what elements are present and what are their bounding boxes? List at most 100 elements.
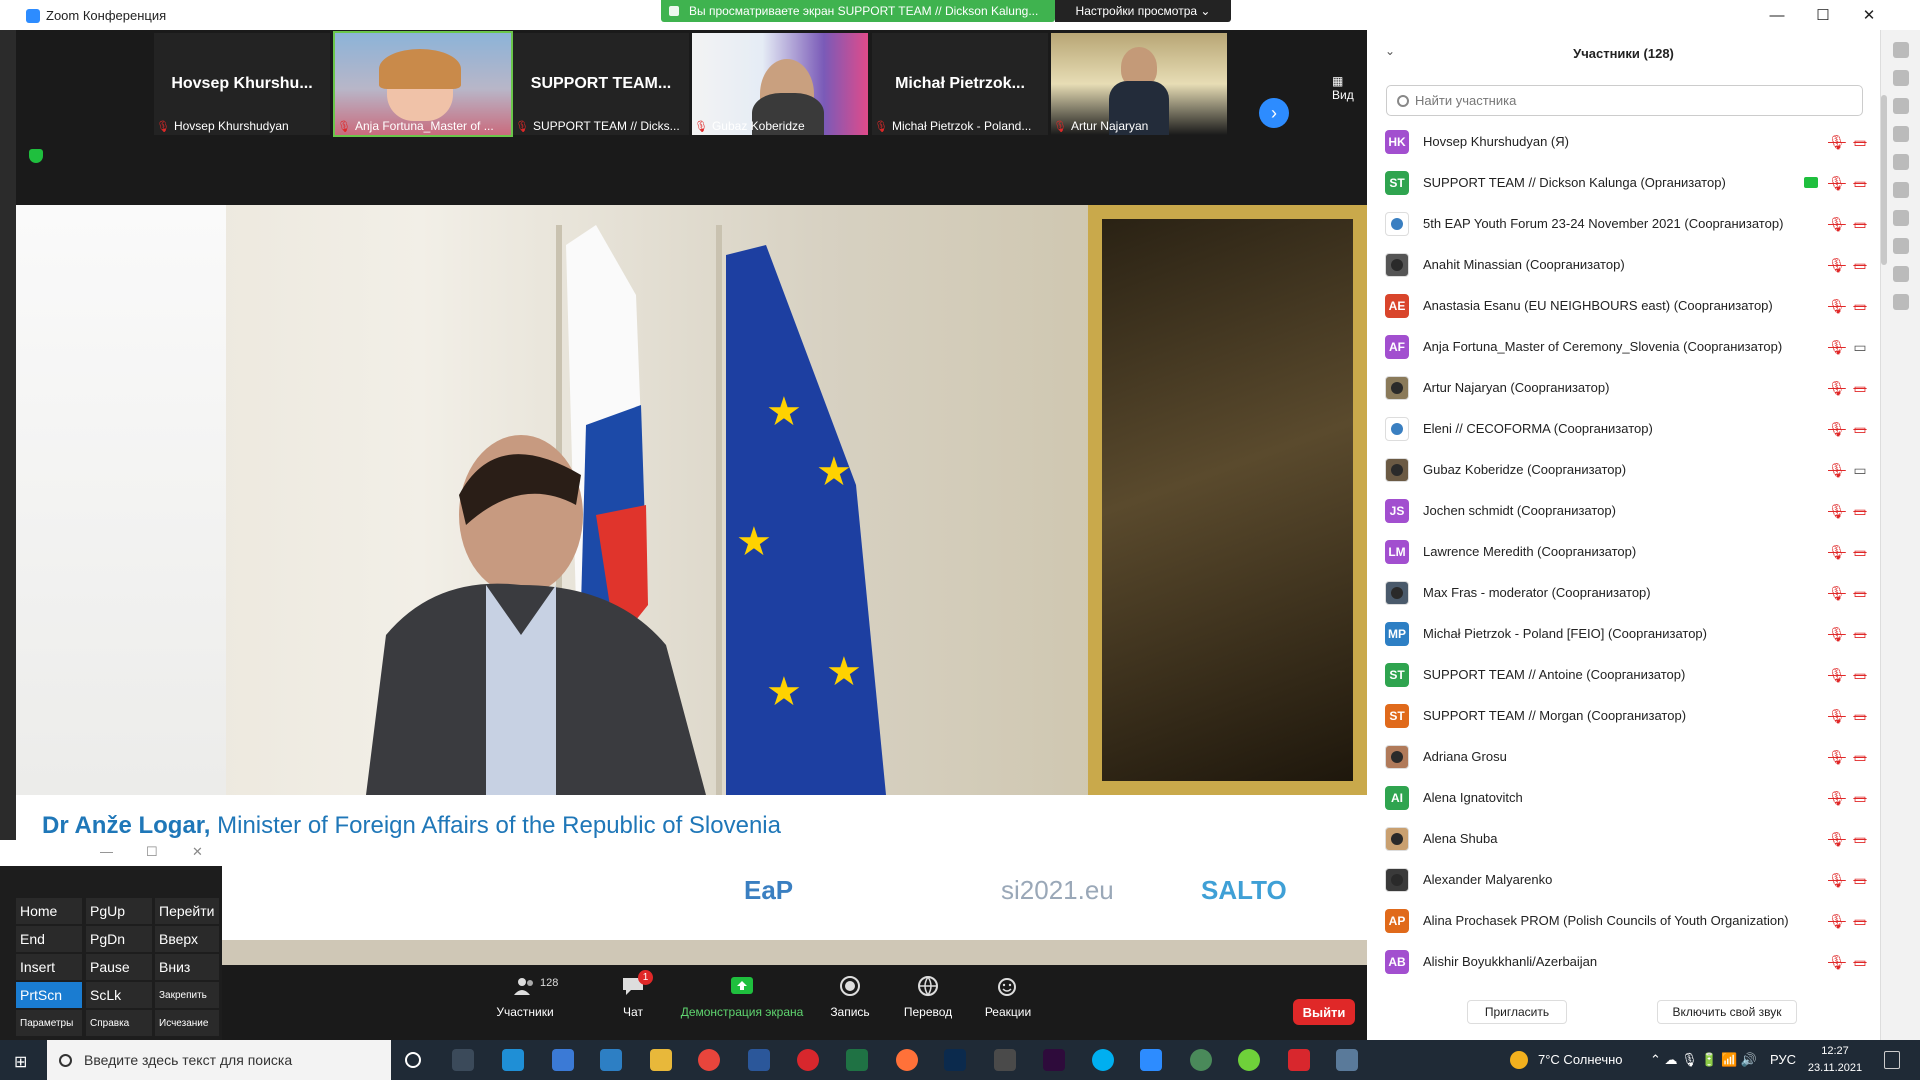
- video-off-icon[interactable]: ▭: [1851, 503, 1869, 519]
- muted-mic-icon[interactable]: 🎙: [1828, 257, 1846, 273]
- reactions-button[interactable]: Реакции: [976, 975, 1040, 1019]
- osk-key[interactable]: Вверх: [155, 926, 219, 952]
- participant-row[interactable]: AF Anja Fortuna_Master of Ceremony_Sloven…: [1367, 327, 1880, 368]
- windows-start-icon[interactable]: ⊞: [14, 1052, 30, 1071]
- participant-row[interactable]: HK Hovsep Khurshudyan (Я) 🎙 ▭: [1367, 122, 1880, 163]
- tray-icons[interactable]: ⌃ ☁ 🎙 🔋 📶 🔊: [1650, 1052, 1757, 1068]
- participant-search-input[interactable]: Найти участника: [1386, 85, 1863, 116]
- app-icon[interactable]: [1238, 1049, 1260, 1071]
- participant-row[interactable]: Artur Najaryan (Соорганизатор) 🎙 ▭: [1367, 368, 1880, 409]
- taskbar-clock[interactable]: 12:27 23.11.2021: [1800, 1043, 1870, 1077]
- muted-mic-icon[interactable]: 🎙: [1828, 544, 1846, 560]
- participant-row[interactable]: AB Alishir Boyukkhanli/Azerbaijan 🎙 ▭: [1367, 942, 1880, 983]
- language-indicator[interactable]: РУС: [1770, 1052, 1796, 1067]
- osk-key[interactable]: ScLk: [86, 982, 152, 1008]
- video-off-icon[interactable]: ▭: [1851, 257, 1869, 273]
- video-off-icon[interactable]: ▭: [1851, 954, 1869, 970]
- video-camera-icon[interactable]: ▭: [1851, 339, 1869, 355]
- muted-mic-icon[interactable]: 🎙: [1828, 216, 1846, 232]
- chrome-icon[interactable]: [698, 1049, 720, 1071]
- muted-mic-icon[interactable]: 🎙: [1828, 708, 1846, 724]
- maximize-button[interactable]: ☐: [1800, 0, 1846, 30]
- osk-key[interactable]: Pause: [86, 954, 152, 980]
- osk-key[interactable]: Справка: [86, 1010, 152, 1036]
- video-off-icon[interactable]: ▭: [1851, 708, 1869, 724]
- record-button[interactable]: Запись: [820, 975, 880, 1019]
- video-off-icon[interactable]: ▭: [1851, 585, 1869, 601]
- muted-mic-icon[interactable]: 🎙: [1828, 790, 1846, 806]
- muted-mic-icon[interactable]: 🎙: [1828, 298, 1846, 314]
- muted-mic-icon[interactable]: 🎙: [1828, 954, 1846, 970]
- notifications-icon[interactable]: [1884, 1051, 1900, 1069]
- word-icon[interactable]: [748, 1049, 770, 1071]
- osk-key[interactable]: Исчезание: [155, 1010, 219, 1036]
- participant-row[interactable]: Adriana Grosu 🎙 ▭: [1367, 737, 1880, 778]
- network-app-icon[interactable]: [1190, 1049, 1212, 1071]
- participant-row[interactable]: Gubaz Koberidze (Соорганизатор) 🎙 ▭: [1367, 450, 1880, 491]
- video-off-icon[interactable]: ▭: [1851, 175, 1869, 191]
- store-icon[interactable]: [552, 1049, 574, 1071]
- video-off-icon[interactable]: ▭: [1851, 749, 1869, 765]
- chat-button[interactable]: 1 Чат: [608, 970, 658, 1019]
- muted-mic-icon[interactable]: 🎙: [1828, 134, 1846, 150]
- file-explorer-icon[interactable]: [650, 1049, 672, 1071]
- excel-icon[interactable]: [846, 1049, 868, 1071]
- view-button[interactable]: ▦ Вид: [1332, 74, 1367, 102]
- participant-tile[interactable]: SUPPORT TEAM... 🎙 SUPPORT TEAM // Dicks..…: [513, 33, 689, 135]
- opera-icon[interactable]: [797, 1049, 819, 1071]
- video-off-icon[interactable]: ▭: [1851, 790, 1869, 806]
- skype-icon[interactable]: [1092, 1049, 1114, 1071]
- video-off-icon[interactable]: ▭: [1851, 421, 1869, 437]
- participants-scrollbar[interactable]: [1881, 95, 1887, 265]
- close-button[interactable]: ✕: [1846, 0, 1892, 30]
- sun-weather-icon[interactable]: [1510, 1051, 1528, 1069]
- osk-key[interactable]: Home: [16, 898, 82, 924]
- participant-row[interactable]: 5th EAP Youth Forum 23-24 November 2021 …: [1367, 204, 1880, 245]
- muted-mic-icon[interactable]: 🎙: [1828, 872, 1846, 888]
- participant-row[interactable]: ST SUPPORT TEAM // Antoine (Соорганизатор…: [1367, 655, 1880, 696]
- photoshop-icon[interactable]: [944, 1049, 966, 1071]
- video-off-icon[interactable]: ▭: [1851, 544, 1869, 560]
- muted-mic-icon[interactable]: 🎙: [1828, 831, 1846, 847]
- muted-mic-icon[interactable]: 🎙: [1828, 339, 1846, 355]
- participant-row[interactable]: Alexander Malyarenko 🎙 ▭: [1367, 860, 1880, 901]
- osk-key[interactable]: Вниз: [155, 954, 219, 980]
- leave-button[interactable]: Выйти: [1293, 999, 1355, 1025]
- participant-row[interactable]: ST SUPPORT TEAM // Dickson Kalunga (Орган…: [1367, 163, 1880, 204]
- muted-mic-icon[interactable]: 🎙: [1828, 585, 1846, 601]
- video-off-icon[interactable]: ▭: [1851, 872, 1869, 888]
- video-off-icon[interactable]: ▭: [1851, 134, 1869, 150]
- participant-row[interactable]: Anahit Minassian (Соорганизатор) 🎙 ▭: [1367, 245, 1880, 286]
- video-camera-icon[interactable]: ▭: [1851, 462, 1869, 478]
- participant-row[interactable]: JS Jochen schmidt (Соорганизатор) 🎙 ▭: [1367, 491, 1880, 532]
- zoom-taskbar-icon[interactable]: [1140, 1049, 1162, 1071]
- video-off-icon[interactable]: ▭: [1851, 913, 1869, 929]
- participant-row[interactable]: Max Fras - moderator (Соорганизатор) 🎙 ▭: [1367, 573, 1880, 614]
- acrobat-icon[interactable]: [1288, 1049, 1310, 1071]
- osk-key[interactable]: Закрепить: [155, 982, 219, 1008]
- osk-key[interactable]: End: [16, 926, 82, 952]
- taskbar-search-input[interactable]: Введите здесь текст для поиска: [47, 1040, 391, 1080]
- osk-key[interactable]: PgDn: [86, 926, 152, 952]
- muted-mic-icon[interactable]: 🎙: [1828, 462, 1846, 478]
- task-view-icon[interactable]: [452, 1049, 474, 1071]
- participant-tile-video[interactable]: 🎙 Artur Najaryan: [1051, 33, 1227, 135]
- video-off-icon[interactable]: ▭: [1851, 216, 1869, 232]
- invite-button[interactable]: Пригласить: [1467, 1000, 1567, 1024]
- participants-button[interactable]: Участники 128: [490, 975, 560, 1019]
- minimize-button[interactable]: —: [1754, 0, 1800, 30]
- video-off-icon[interactable]: ▭: [1851, 831, 1869, 847]
- firefox-icon[interactable]: [896, 1049, 918, 1071]
- participant-row[interactable]: AE Anastasia Esanu (EU NEIGHBOURS east) (…: [1367, 286, 1880, 327]
- view-settings-dropdown[interactable]: Настройки просмотра ⌄: [1055, 0, 1231, 22]
- mail-icon[interactable]: [600, 1049, 622, 1071]
- video-off-icon[interactable]: ▭: [1851, 626, 1869, 642]
- chevron-right-icon[interactable]: ›: [1259, 98, 1289, 128]
- video-off-icon[interactable]: ▭: [1851, 298, 1869, 314]
- participant-tile-video[interactable]: 🎙 Gubaz Koberidze: [692, 33, 868, 135]
- printer-icon[interactable]: [1336, 1049, 1358, 1071]
- participant-row[interactable]: AP Alina Prochasek PROM (Polish Councils …: [1367, 901, 1880, 942]
- participant-row[interactable]: Eleni // CECOFORMA (Соорганизатор) 🎙 ▭: [1367, 409, 1880, 450]
- muted-mic-icon[interactable]: 🎙: [1828, 626, 1846, 642]
- participant-tile[interactable]: Hovsep Khurshu... 🎙 Hovsep Khurshudyan: [154, 33, 330, 135]
